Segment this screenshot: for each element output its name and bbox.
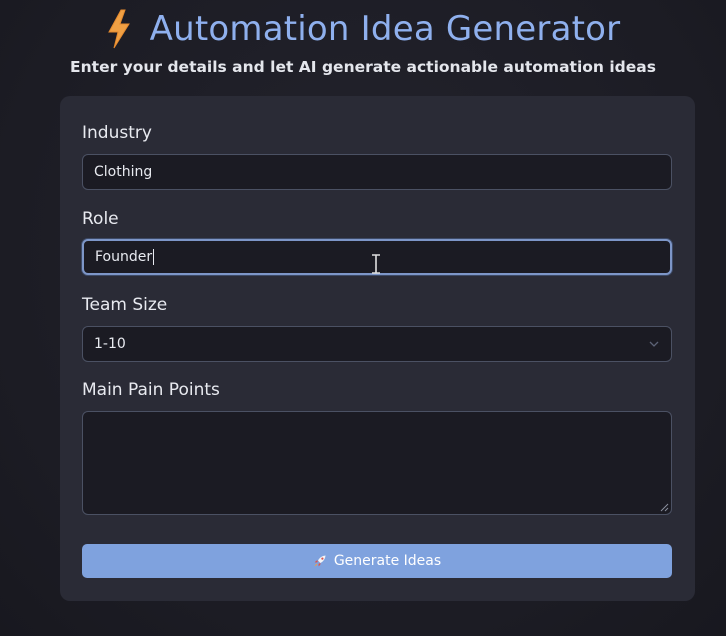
text-cursor-icon: [372, 254, 380, 274]
title-row: Automation Idea Generator: [0, 8, 726, 50]
generate-ideas-button[interactable]: Generate Ideas: [82, 544, 672, 578]
lightning-bolt-icon: [107, 9, 130, 49]
page-title: Automation Idea Generator: [149, 9, 621, 49]
generate-ideas-label: Generate Ideas: [333, 553, 442, 569]
resize-handle-icon[interactable]: [660, 503, 669, 512]
form-card: Industry Clothing Role Founder Team Size…: [60, 96, 695, 601]
header: Automation Idea Generator Enter your det…: [0, 8, 726, 76]
team-size-select[interactable]: 1-10: [82, 326, 672, 362]
text-caret: [153, 249, 155, 265]
industry-input[interactable]: Clothing: [82, 154, 672, 190]
pain-points-textarea[interactable]: [82, 411, 672, 515]
app-page: Automation Idea Generator Enter your det…: [0, 0, 726, 636]
pain-points-label: Main Pain Points: [82, 380, 220, 400]
role-value: Founder: [95, 249, 153, 265]
team-size-value: 1-10: [94, 336, 126, 352]
rocket-icon: [314, 555, 326, 567]
page-subtitle: Enter your details and let AI generate a…: [70, 58, 656, 76]
chevron-down-icon: [649, 341, 659, 347]
industry-value: Clothing: [94, 164, 153, 180]
role-label: Role: [82, 209, 119, 229]
team-size-label: Team Size: [82, 295, 168, 315]
industry-label: Industry: [82, 123, 152, 143]
